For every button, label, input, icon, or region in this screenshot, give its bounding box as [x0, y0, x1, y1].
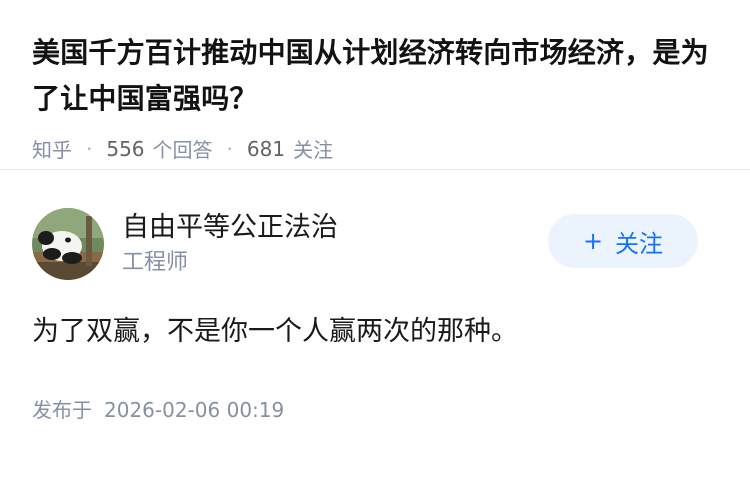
follow-button-label: 关注 [615, 229, 664, 258]
meta-separator: · [86, 136, 93, 161]
answer-content[interactable]: 为了双赢，不是你一个人赢两次的那种。 [32, 312, 718, 352]
followers-label[interactable]: 关注 [293, 134, 333, 163]
publish-label: 发布于 [32, 398, 92, 422]
question-title[interactable]: 美国千方百计推动中国从计划经济转向市场经济，是为了让中国富强吗？ [32, 30, 718, 122]
follow-button[interactable]: + 关注 [548, 214, 698, 268]
panda-avatar-icon [32, 208, 104, 280]
answers-label[interactable]: 个回答 [153, 134, 213, 163]
author-title: 工程师 [122, 250, 189, 275]
avatar[interactable] [32, 208, 104, 280]
author-name[interactable]: 自由平等公正法治 [122, 210, 338, 246]
plus-icon: + [582, 227, 604, 255]
publish-info: 发布于 2026-02-06 00:19 [32, 394, 718, 423]
author-info: 自由平等公正法治 工程师 [122, 210, 338, 278]
answer-card: 自由平等公正法治 工程师 + 关注 为了双赢，不是你一个人赢两次的那种。 发布于… [0, 170, 750, 423]
publish-time: 2026-02-06 00:19 [104, 398, 285, 422]
meta-separator: · [226, 136, 233, 161]
source-label[interactable]: 知乎 [32, 134, 72, 163]
followers-count: 681 [246, 136, 286, 161]
question-header: 美国千方百计推动中国从计划经济转向市场经济，是为了让中国富强吗？ 知乎 · 55… [0, 0, 750, 170]
answers-count: 556 [106, 136, 145, 161]
question-meta: 知乎 · 556 个回答 · 681 关注 [32, 134, 718, 163]
